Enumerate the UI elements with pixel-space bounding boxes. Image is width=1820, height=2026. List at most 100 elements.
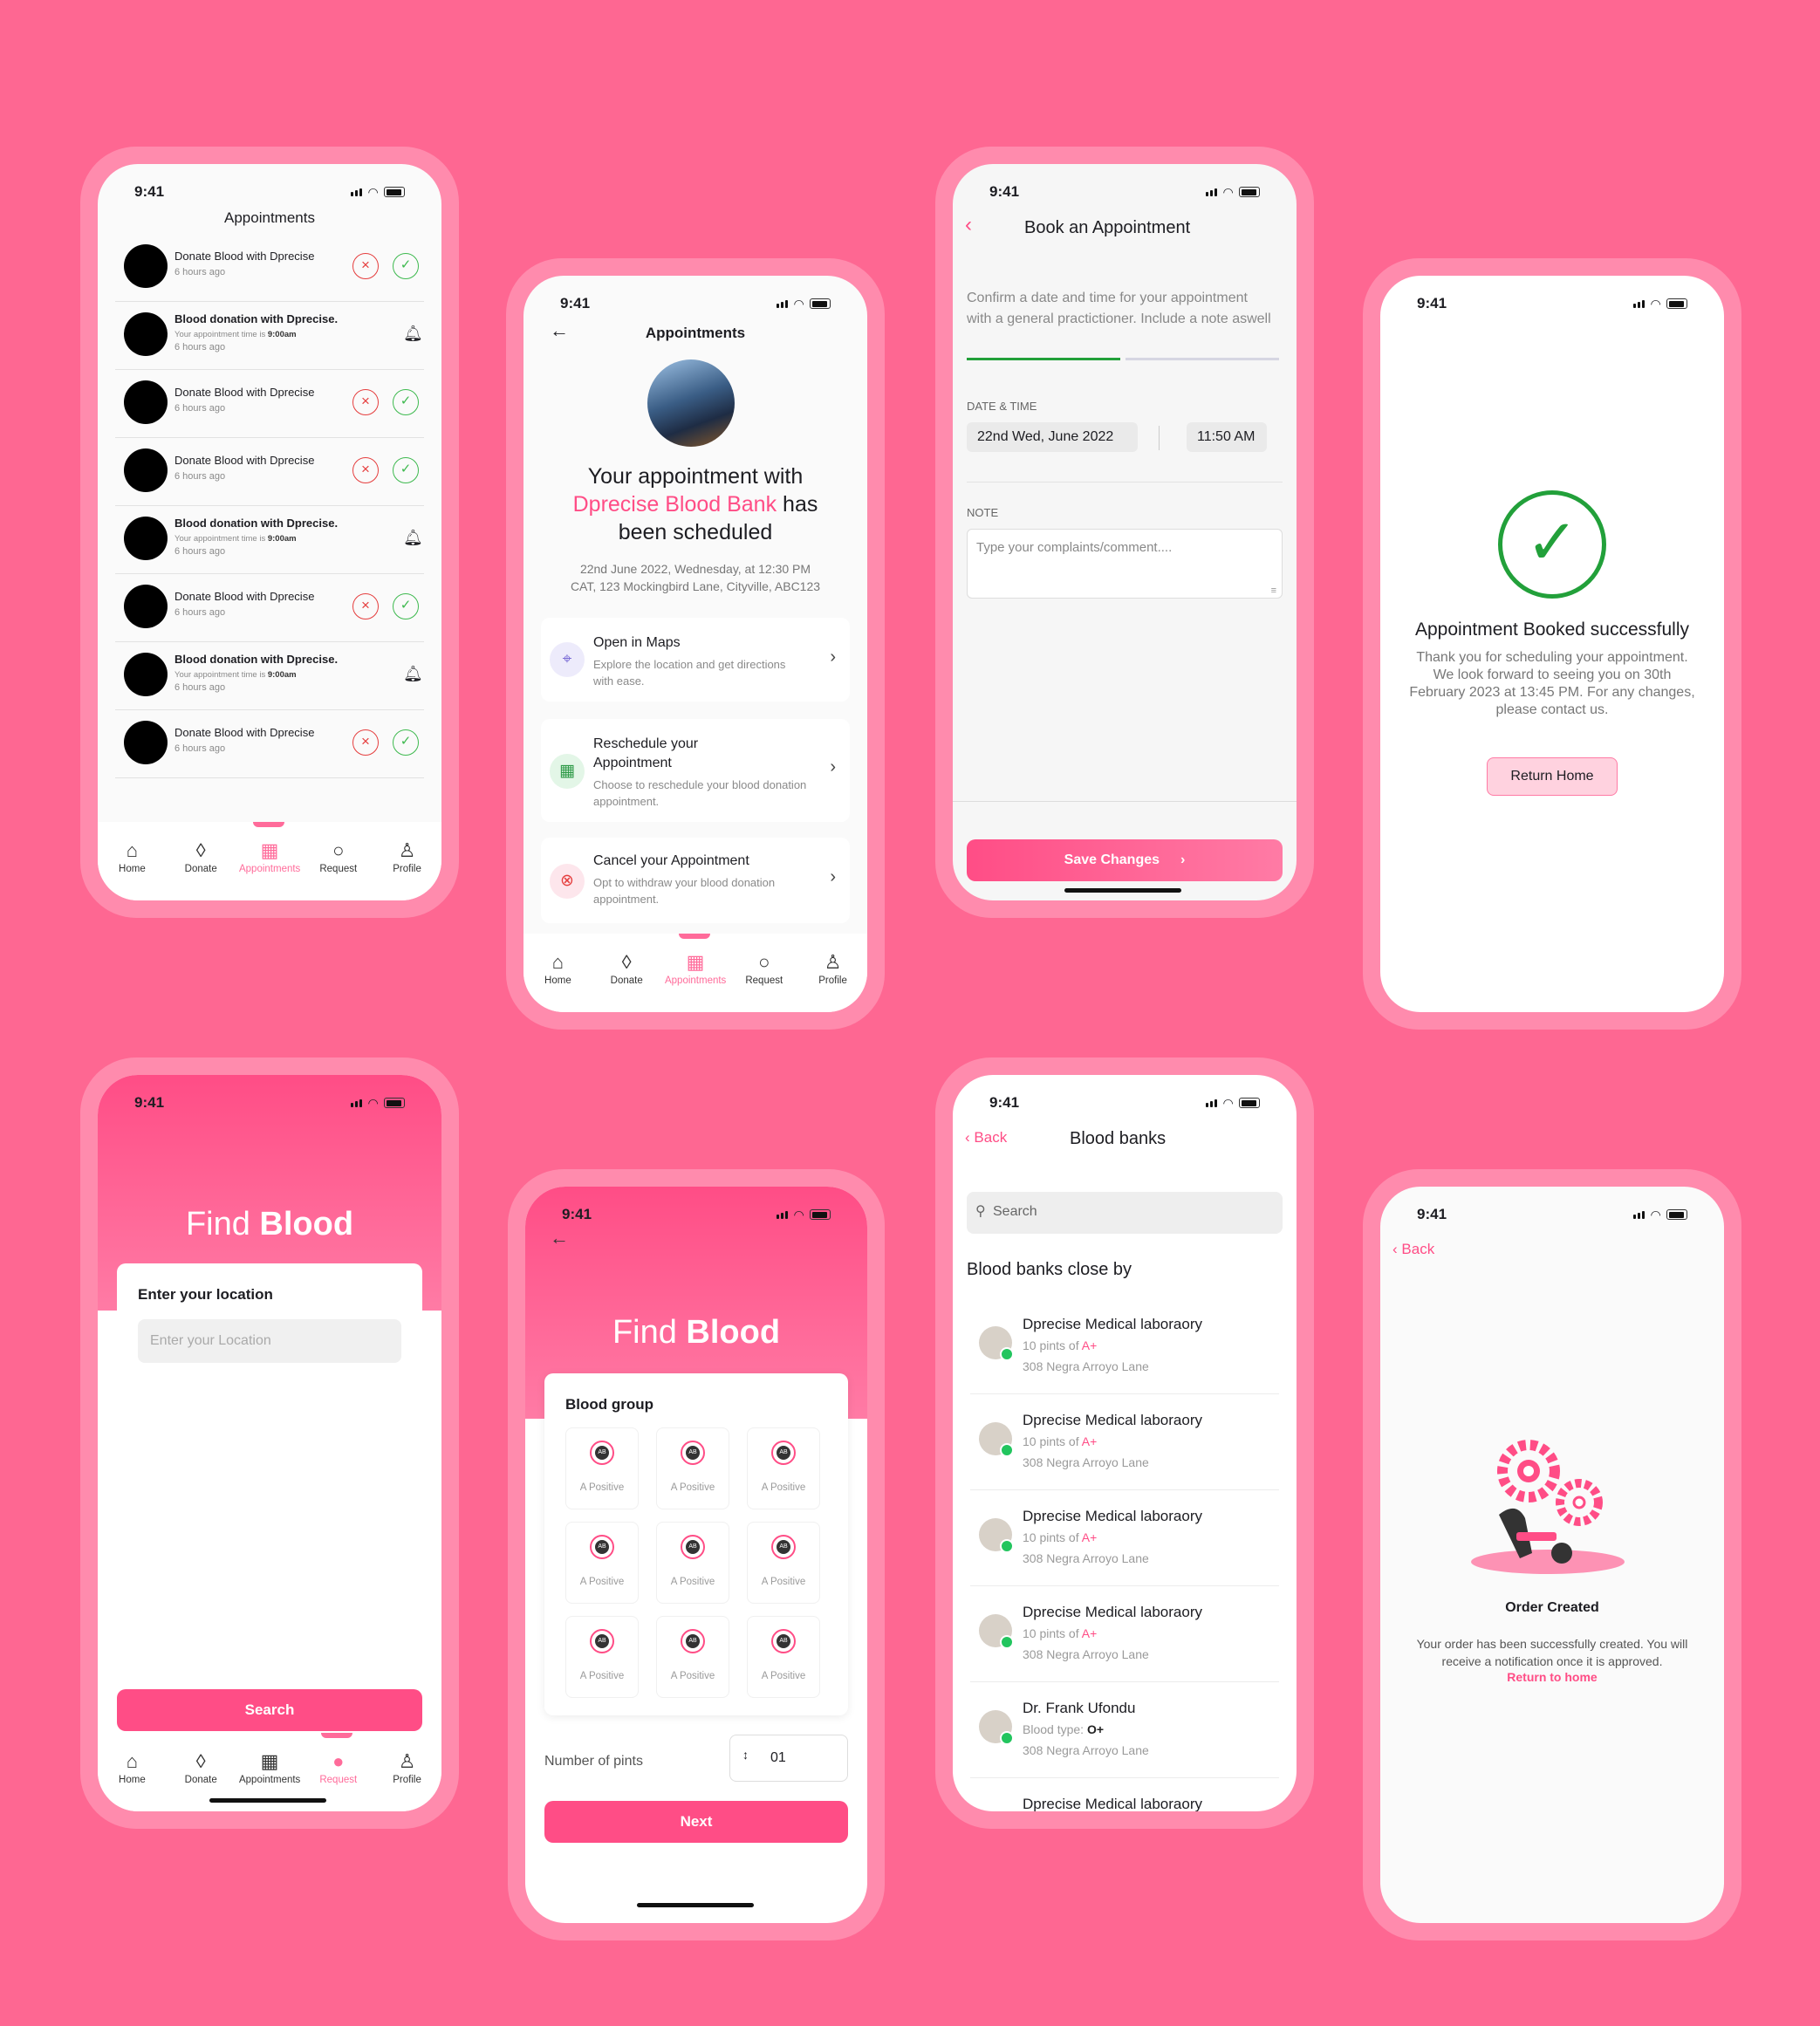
back-link[interactable]: ‹ Back: [1392, 1241, 1434, 1258]
blood-group-option[interactable]: A Positive: [565, 1427, 639, 1509]
nav-donate[interactable]: ◊ Donate: [170, 838, 231, 900]
reschedule-card[interactable]: ▦ Reschedule your Appointment Choose to …: [541, 719, 850, 822]
blood-group-option[interactable]: A Positive: [656, 1522, 729, 1604]
avatar: [124, 380, 168, 424]
blood-bank-row[interactable]: Dprecise Medical laboraory 10 pints of A+…: [970, 1586, 1279, 1682]
accept-icon[interactable]: ✓: [393, 389, 419, 415]
blood-group-option[interactable]: A Positive: [747, 1616, 820, 1698]
blood-group-option[interactable]: A Positive: [565, 1522, 639, 1604]
accept-icon[interactable]: ✓: [393, 729, 419, 756]
heading-brand: Dprecise Blood Bank: [572, 492, 777, 517]
blood-group-option[interactable]: A Positive: [565, 1616, 639, 1698]
nav-profile[interactable]: ♙ Profile: [377, 838, 438, 900]
appointment-row[interactable]: Donate Blood with Dprecise 6 hours ago × ✓: [115, 710, 424, 778]
location-pin-icon: ⌖: [550, 642, 585, 677]
note-label: NOTE: [967, 506, 999, 519]
blood-group-option[interactable]: A Positive: [747, 1522, 820, 1604]
nav-label: Donate: [184, 864, 217, 874]
user-icon: ♙: [824, 951, 842, 973]
user-icon: ♙: [398, 839, 416, 861]
blood-bank-row[interactable]: Dprecise Medical laboraory: [970, 1778, 1279, 1811]
appointment-row[interactable]: Donate Blood with Dprecise 6 hours ago × ✓: [115, 370, 424, 438]
time-field[interactable]: 11:50 AM: [1187, 422, 1267, 452]
bell-icon[interactable]: 🔔︎: [403, 665, 423, 683]
return-home-link[interactable]: Return to home: [1380, 1670, 1724, 1684]
date-field[interactable]: 22nd Wed, June 2022: [967, 422, 1138, 452]
wifi-icon: ◠: [794, 296, 804, 311]
home-icon: ⌂: [126, 1750, 139, 1772]
active-indicator: [321, 1733, 352, 1738]
appointment-row[interactable]: Blood donation with Dprecise. Your appoin…: [115, 302, 424, 370]
avatar: [124, 312, 168, 356]
nav-appointments[interactable]: ▦ Appointments: [665, 949, 726, 1012]
accept-icon[interactable]: ✓: [393, 457, 419, 483]
home-indicator: [1064, 888, 1181, 893]
screen: 9:41 ◠ ← Appointments Your appointment wi…: [523, 276, 867, 1012]
next-button[interactable]: Next: [544, 1801, 848, 1843]
return-home-button[interactable]: Return Home: [1487, 757, 1618, 796]
nav-donate[interactable]: ◊ Donate: [596, 949, 657, 1012]
search-button[interactable]: Search: [117, 1689, 422, 1731]
group-label: Blood group: [565, 1396, 654, 1413]
blood-bank-row[interactable]: Dprecise Medical laboraory 10 pints of A+…: [970, 1394, 1279, 1490]
battery-icon: [810, 298, 831, 309]
row-title: Donate Blood with Dprecise: [174, 250, 315, 263]
decline-icon[interactable]: ×: [352, 389, 379, 415]
appointment-row[interactable]: Blood donation with Dprecise. Your appoin…: [115, 506, 424, 574]
cancel-card[interactable]: ⊗ Cancel your Appointment Opt to withdra…: [541, 838, 850, 923]
back-link[interactable]: ‹ Back: [965, 1129, 1007, 1146]
appointment-row[interactable]: Donate Blood with Dprecise 6 hours ago × ✓: [115, 234, 424, 302]
stepper-arrows-icon[interactable]: ↕: [742, 1748, 749, 1762]
nav-appointments[interactable]: ▦ Appointments: [239, 838, 300, 900]
decline-icon[interactable]: ×: [352, 457, 379, 483]
nav-profile[interactable]: ♙ Profile: [803, 949, 864, 1012]
back-label: Back: [974, 1129, 1008, 1146]
progress-step-active: [967, 358, 1120, 360]
heading-line3: been scheduled: [618, 520, 773, 544]
nav-home[interactable]: ⌂ Home: [101, 1749, 162, 1811]
row-time: 6 hours ago: [174, 403, 226, 414]
phone-find-blood-group: 9:41 ◠ ← Find Blood Blood group A Positiv…: [508, 1169, 885, 1940]
back-arrow-icon[interactable]: ←: [550, 1227, 569, 1249]
blood-bank-row[interactable]: Dr. Frank Ufondu Blood type: O+ 308 Negra …: [970, 1682, 1279, 1778]
signal-icon: [351, 188, 363, 196]
blood-group-option[interactable]: A Positive: [656, 1616, 729, 1698]
open-maps-card[interactable]: ⌖ Open in Maps Explore the location and …: [541, 618, 850, 702]
appointment-row[interactable]: Donate Blood with Dprecise 6 hours ago × ✓: [115, 574, 424, 642]
nav-home[interactable]: ⌂ Home: [101, 838, 162, 900]
nav-profile[interactable]: ♙ Profile: [377, 1749, 438, 1811]
save-changes-button[interactable]: Save Changes ›: [967, 839, 1283, 881]
chevron-left-icon: ‹: [1392, 1241, 1398, 1257]
avatar: [124, 244, 168, 288]
decline-icon[interactable]: ×: [352, 593, 379, 619]
bell-icon[interactable]: 🔔︎: [403, 529, 423, 547]
nav-label: Home: [544, 975, 571, 986]
blood-group-option[interactable]: A Positive: [656, 1427, 729, 1509]
blood-bank-row[interactable]: Dprecise Medical laboraory 10 pints of A+…: [970, 1490, 1279, 1586]
signal-icon: [1206, 1099, 1218, 1107]
nav-home[interactable]: ⌂ Home: [527, 949, 588, 1012]
appointment-row[interactable]: Donate Blood with Dprecise 6 hours ago × ✓: [115, 438, 424, 506]
accept-icon[interactable]: ✓: [393, 593, 419, 619]
decline-icon[interactable]: ×: [352, 253, 379, 279]
blood-bank-row[interactable]: Dprecise Medical laboraory 10 pints of A+…: [970, 1298, 1279, 1394]
row-note: Your appointment time is 9:00am: [174, 534, 297, 544]
note-time: 9:00am: [267, 670, 297, 680]
back-chevron-icon[interactable]: ‹: [965, 213, 972, 237]
decline-icon[interactable]: ×: [352, 729, 379, 756]
blood-group-option[interactable]: A Positive: [747, 1427, 820, 1509]
wifi-icon: ◠: [1651, 296, 1660, 311]
accept-icon[interactable]: ✓: [393, 253, 419, 279]
note-textarea[interactable]: Type your complaints/comment.... ≡: [967, 529, 1283, 599]
nav-label: Donate: [184, 1775, 217, 1785]
wifi-icon: ◠: [794, 1207, 804, 1222]
pints-stepper[interactable]: ↕ 01: [729, 1735, 848, 1782]
bank-photo: [647, 359, 735, 447]
nav-request[interactable]: ○ Request: [308, 838, 369, 900]
appointment-row[interactable]: Blood donation with Dprecise. Your appoin…: [115, 642, 424, 710]
search-input[interactable]: ⚲ Search: [967, 1192, 1283, 1234]
nav-request[interactable]: ○ Request: [734, 949, 795, 1012]
nav-label: Appointments: [238, 864, 301, 874]
location-input[interactable]: Enter your Location: [138, 1319, 401, 1363]
bell-icon[interactable]: 🔔︎: [403, 325, 423, 343]
